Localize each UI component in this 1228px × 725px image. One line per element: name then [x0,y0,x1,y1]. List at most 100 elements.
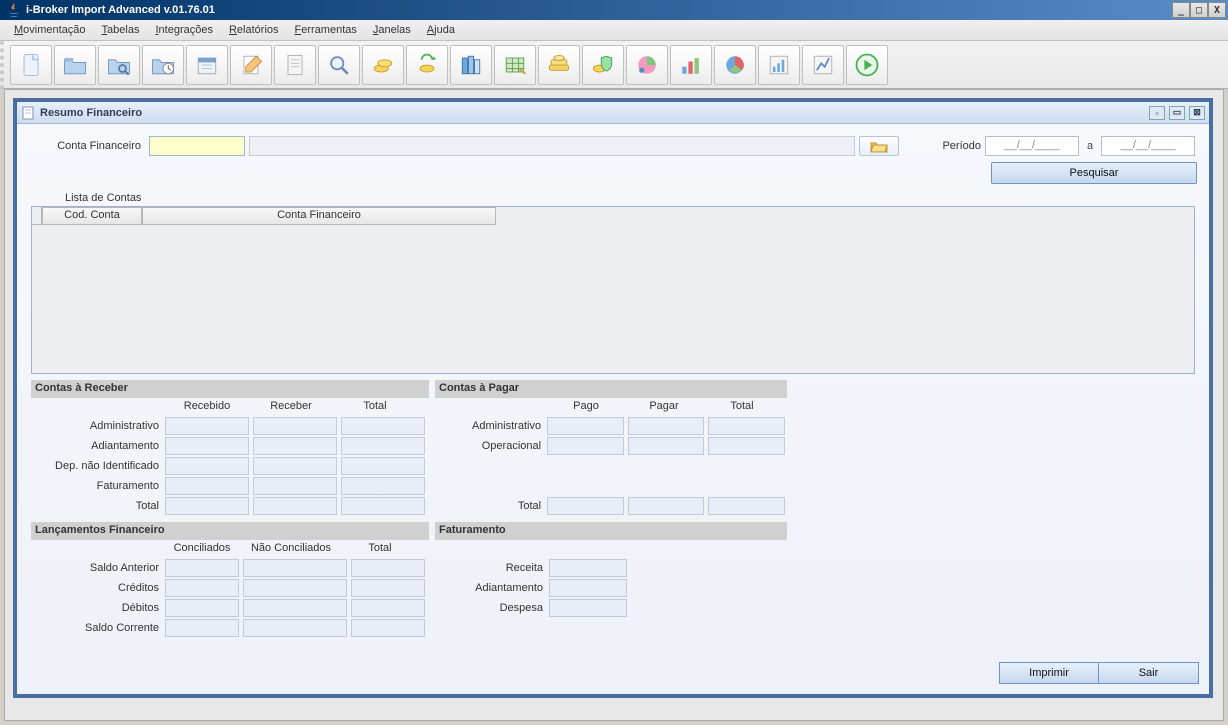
col-total: Total [703,398,781,416]
inner-close-button[interactable]: ⊠ [1189,106,1205,120]
titlebar: i-Broker Import Advanced v.01.76.01 _ □ … [0,0,1228,20]
row-administrativo: Administrativo [31,420,163,432]
menu-integracoes[interactable]: Integrações [147,22,221,38]
menu-tabelas[interactable]: Tabelas [94,22,148,38]
inner-maximize-button[interactable]: ▭ [1169,106,1185,120]
value-cell [547,497,624,515]
faturamento-header: Faturamento [435,522,787,540]
tool-money-stack[interactable] [538,45,580,85]
value-cell [165,579,239,597]
faturamento-block: Faturamento Receita Adiantamento Despesa [435,522,787,638]
inner-window: Resumo Financeiro ▫ ▭ ⊠ Conta Financeiro… [13,98,1213,698]
row-dep-nao-identificado: Dep. não Identificado [31,460,163,472]
tool-pie-people[interactable] [626,45,668,85]
periodo-end-input[interactable]: __/__/____ [1101,136,1195,156]
value-cell [165,477,249,495]
table-gutter [32,207,42,225]
row-faturamento: Faturamento [31,480,163,492]
value-cell [549,579,627,597]
row-creditos: Créditos [31,582,163,594]
maximize-button[interactable]: □ [1190,2,1208,18]
imprimir-button[interactable]: Imprimir [999,662,1099,684]
tool-money-shield[interactable] [582,45,624,85]
conta-financeiro-code-input[interactable] [149,136,245,156]
col-conta-financeiro[interactable]: Conta Financeiro [142,207,496,225]
row-despesa: Despesa [435,602,547,614]
tool-spreadsheet[interactable] [494,45,536,85]
value-cell [253,477,337,495]
document-icon [21,106,35,120]
tool-play[interactable] [846,45,888,85]
tool-books[interactable] [450,45,492,85]
tool-magnifier[interactable] [318,45,360,85]
value-cell [708,437,785,455]
minimize-button[interactable]: _ [1172,2,1190,18]
periodo-separator: a [1083,140,1097,152]
row-operacional: Operacional [435,440,545,452]
col-pagar: Pagar [625,398,703,416]
close-button[interactable]: X [1208,2,1226,18]
tool-pie-chart[interactable] [714,45,756,85]
conta-financeiro-label: Conta Financeiro [27,140,145,152]
row-debitos: Débitos [31,602,163,614]
toolbar [0,41,1228,89]
row-saldo-corrente: Saldo Corrente [31,622,163,634]
tool-column-chart[interactable] [758,45,800,85]
row-receita: Receita [435,562,547,574]
tool-calendar[interactable] [186,45,228,85]
row-adiantamento: Adiantamento [435,582,547,594]
value-cell [165,619,239,637]
value-cell [253,417,337,435]
row-total: Total [435,500,545,512]
menu-relatorios[interactable]: Relatórios [221,22,287,38]
contas-receber-block: Contas à Receber Recebido Receber Total … [31,380,429,516]
lancamentos-header: Lançamentos Financeiro [31,522,429,540]
col-receber: Receber [249,398,333,416]
contas-pagar-block: Contas à Pagar Pago Pagar Total Administ… [435,380,787,516]
mdi-area: Resumo Financeiro ▫ ▭ ⊠ Conta Financeiro… [4,89,1224,721]
value-cell [165,417,249,435]
menu-movimentacao[interactable]: Movimentação [6,22,94,38]
tool-document[interactable] [10,45,52,85]
value-cell [549,559,627,577]
col-cod-conta[interactable]: Cod. Conta [42,207,142,225]
pesquisar-button[interactable]: Pesquisar [991,162,1197,184]
value-cell [708,497,785,515]
menu-janelas[interactable]: Janelas [365,22,419,38]
tool-folder[interactable] [54,45,96,85]
tool-coins[interactable] [362,45,404,85]
col-total: Total [333,398,417,416]
row-total: Total [31,500,163,512]
value-cell [165,559,239,577]
periodo-start-input[interactable]: __/__/____ [985,136,1079,156]
periodo-label: Período [931,140,981,152]
tool-triangle-chart[interactable] [802,45,844,85]
tool-folder-search[interactable] [98,45,140,85]
value-cell [243,599,347,617]
value-cell [341,477,425,495]
inner-minimize-button[interactable]: ▫ [1149,106,1165,120]
tool-sheet[interactable] [274,45,316,85]
window-title: i-Broker Import Advanced v.01.76.01 [26,4,215,16]
value-cell [341,457,425,475]
value-cell [243,579,347,597]
conta-financeiro-name-input[interactable] [249,136,855,156]
value-cell [341,497,425,515]
col-nao-conciliados: Não Conciliados [239,540,343,558]
lista-de-contas-label: Lista de Contas [65,192,1199,204]
col-pago: Pago [547,398,625,416]
tool-bar-chart[interactable] [670,45,712,85]
tool-folder-clock[interactable] [142,45,184,85]
sair-button[interactable]: Sair [1099,662,1199,684]
conta-lookup-button[interactable] [859,136,899,156]
tool-coins-sync[interactable] [406,45,448,85]
value-cell [341,437,425,455]
col-total: Total [343,540,417,558]
contas-table[interactable]: Cod. Conta Conta Financeiro [31,206,1195,374]
tool-notepad[interactable] [230,45,272,85]
lancamentos-block: Lançamentos Financeiro Conciliados Não C… [31,522,429,638]
menu-ajuda[interactable]: Ajuda [419,22,463,38]
menu-ferramentas[interactable]: Ferramentas [287,22,365,38]
value-cell [253,457,337,475]
row-adiantamento: Adiantamento [31,440,163,452]
